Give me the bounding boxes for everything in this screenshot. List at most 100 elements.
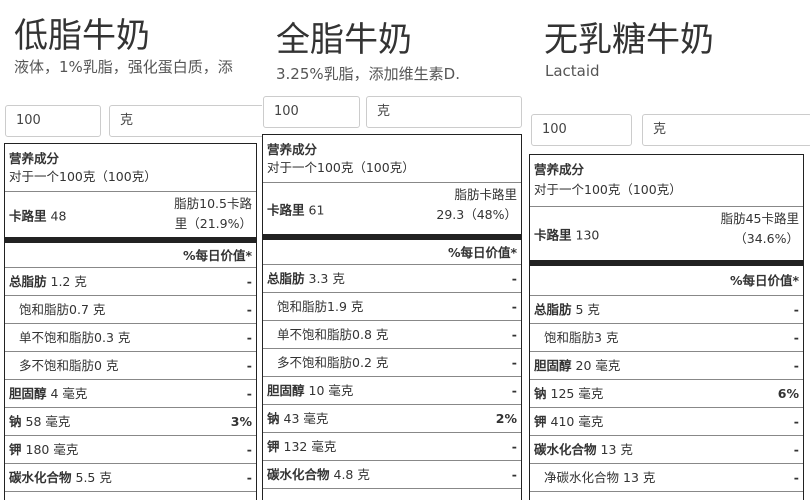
unit-select[interactable]: 克 — [366, 96, 522, 128]
nutrient-name: 单不饱和脂肪 — [19, 330, 95, 345]
nutrient-row-saturated-fat: 饱和脂肪1.9 克 - — [263, 293, 521, 321]
nutrient-amount: 0.8 克 — [352, 327, 389, 342]
nutrient-row-carbohydrate: 碳水化合物 13 克 - — [530, 436, 803, 464]
nutrient-name: 钾 — [9, 442, 22, 457]
nutrient-row-carbohydrate: 碳水化合物 5.5 克 - — [5, 464, 256, 492]
nutrient-amount: 410 毫克 — [550, 414, 604, 429]
nutrient-dv: - — [246, 470, 252, 485]
nutrient-dv: - — [511, 467, 517, 482]
nutrient-row-potassium: 钾 132 毫克 - — [263, 433, 521, 461]
nutrient-dv: - — [246, 330, 252, 345]
nutrition-label: 营养成分 对于一个100克（100克） 卡路里 48 脂肪10.5卡路 里（21… — [4, 143, 257, 500]
nutrient-dv: - — [793, 358, 799, 373]
calories-label: 卡路里 130 — [534, 224, 599, 243]
nutrient-amount: 3 克 — [594, 330, 619, 345]
nutrient-row-sodium: 钠 125 毫克 6% — [530, 380, 803, 408]
nutrient-name: 钾 — [267, 439, 280, 454]
nutrient-row-total-fat: 总脂肪 5 克 - — [530, 296, 803, 324]
calories-value: 48 — [50, 208, 67, 223]
nutrient-dv: - — [793, 470, 799, 485]
nutrient-amount: 1.2 克 — [50, 274, 87, 289]
nutrient-row-sodium: 钠 43 毫克 2% — [263, 405, 521, 433]
nutrient-row-total-fat: 总脂肪 1.2 克 - — [5, 268, 256, 296]
nutrient-row-cholesterol: 胆固醇 20 毫克 - — [530, 352, 803, 380]
nutrient-amount: 4.8 克 — [333, 467, 370, 482]
fat-calories: 脂肪卡路里 29.3（48%） — [436, 185, 517, 225]
nutrient-row-potassium: 钾 410 毫克 - — [530, 408, 803, 436]
fat-calories-line2: （34.6%） — [734, 231, 799, 246]
nutrient-name: 总脂肪 — [534, 302, 572, 317]
product-subtitle: 液体，1%乳脂，强化蛋白质，添 — [14, 58, 233, 76]
fat-calories: 脂肪10.5卡路 里（21.9%） — [174, 194, 252, 234]
nutrient-name: 胆固醇 — [9, 386, 47, 401]
nutrient-amount: 4 毫克 — [50, 386, 88, 401]
nutrient-dv: - — [793, 302, 799, 317]
nutrient-amount: 132 毫克 — [283, 439, 337, 454]
nutrient-dv: - — [511, 299, 517, 314]
quantity-input[interactable]: 100 — [531, 114, 632, 146]
fat-calories-line1: 脂肪10.5卡路 — [174, 196, 252, 211]
nutrient-name: 钠 — [9, 414, 22, 429]
nutrient-amount: 1.9 克 — [327, 299, 364, 314]
nutrient-dv: - — [511, 355, 517, 370]
nutrient-row-carbohydrate: 碳水化合物 4.8 克 - — [263, 461, 521, 489]
nutrient-row-sodium: 钠 58 毫克 3% — [5, 408, 256, 436]
nutrient-name: 钾 — [534, 414, 547, 429]
nutrient-dv: - — [511, 383, 517, 398]
nutrient-dv: - — [246, 358, 252, 373]
nutrient-amount: 0.2 克 — [352, 355, 389, 370]
nutrient-dv: - — [246, 442, 252, 457]
nutrition-header: 营养成分 — [9, 151, 60, 166]
nutrient-dv: - — [793, 414, 799, 429]
nutrient-dv: 2% — [495, 411, 517, 426]
nutrient-amount: 5 克 — [575, 302, 600, 317]
nutrition-label: 营养成分 对于一个100克（100克） 卡路里 130 脂肪45卡路里 （34.… — [529, 154, 804, 500]
nutrient-dv: - — [511, 439, 517, 454]
nutrient-name: 钠 — [267, 411, 280, 426]
nutrient-dv: - — [246, 302, 252, 317]
calories-value: 61 — [308, 202, 325, 217]
product-subtitle: Lactaid — [545, 62, 600, 80]
serving-size: 对于一个100克（100克） — [263, 157, 521, 183]
nutrient-amount: 13 克 — [600, 442, 633, 457]
calories-label-text: 卡路里 — [267, 202, 305, 217]
nutrient-name: 饱和脂肪 — [277, 299, 328, 314]
product-title: 低脂牛奶 — [14, 16, 150, 56]
nutrient-name: 碳水化合物 — [534, 442, 597, 457]
nutrient-amount: 10 毫克 — [308, 383, 354, 398]
unit-select[interactable]: 克 — [642, 114, 810, 146]
unit-select[interactable]: 克 — [109, 105, 262, 137]
nutrition-label: 营养成分 对于一个100克（100克） 卡路里 61 脂肪卡路里 29.3（48… — [262, 134, 522, 500]
fat-calories-line2: 里（21.9%） — [174, 216, 252, 231]
nutrient-dv: 6% — [777, 386, 799, 401]
product-subtitle: 3.25%乳脂，添加维生素D. — [276, 65, 460, 83]
panel-lactose-free-milk: 无乳糖牛奶 Lactaid 100 克 营养成分 对于一个100克（100克） … — [526, 0, 810, 500]
nutrient-row-cholesterol: 胆固醇 10 毫克 - — [263, 377, 521, 405]
calories-row: 卡路里 48 脂肪10.5卡路 里（21.9%） — [5, 192, 256, 243]
nutrient-amount: 180 毫克 — [25, 442, 79, 457]
nutrition-header: 营养成分 — [534, 162, 585, 177]
calories-label-text: 卡路里 — [534, 227, 572, 242]
fat-calories-line2: 29.3（48%） — [436, 207, 517, 222]
nutrient-name: 总脂肪 — [9, 274, 47, 289]
panel-low-fat-milk: 低脂牛奶 液体，1%乳脂，强化蛋白质，添 100 克 营养成分 对于一个100克… — [0, 0, 262, 500]
nutrient-amount: 13 克 — [623, 470, 656, 485]
nutrient-row-saturated-fat: 饱和脂肪0.7 克 - — [5, 296, 256, 324]
nutrient-dv: - — [246, 386, 252, 401]
nutrition-header: 营养成分 — [267, 142, 318, 157]
nutrient-name: 总脂肪 — [267, 271, 305, 286]
nutrient-row-mono-fat: 单不饱和脂肪0.3 克 - — [5, 324, 256, 352]
fat-calories: 脂肪45卡路里 （34.6%） — [721, 209, 799, 249]
nutrient-name: 胆固醇 — [267, 383, 305, 398]
nutrient-name: 钠 — [534, 386, 547, 401]
nutrient-amount: 0.3 克 — [94, 330, 131, 345]
fat-calories-line1: 脂肪45卡路里 — [720, 211, 799, 226]
nutrient-name: 多不饱和脂肪 — [19, 358, 95, 373]
quantity-input[interactable]: 100 — [263, 96, 360, 128]
calories-label: 卡路里 48 — [9, 205, 66, 224]
nutrient-name: 多不饱和脂肪 — [277, 355, 353, 370]
calories-label: 卡路里 61 — [267, 199, 324, 218]
quantity-input[interactable]: 100 — [5, 105, 101, 137]
nutrient-name: 饱和脂肪 — [544, 330, 595, 345]
panel-whole-milk: 全脂牛奶 3.25%乳脂，添加维生素D. 100 克 营养成分 对于一个100克… — [262, 0, 526, 500]
